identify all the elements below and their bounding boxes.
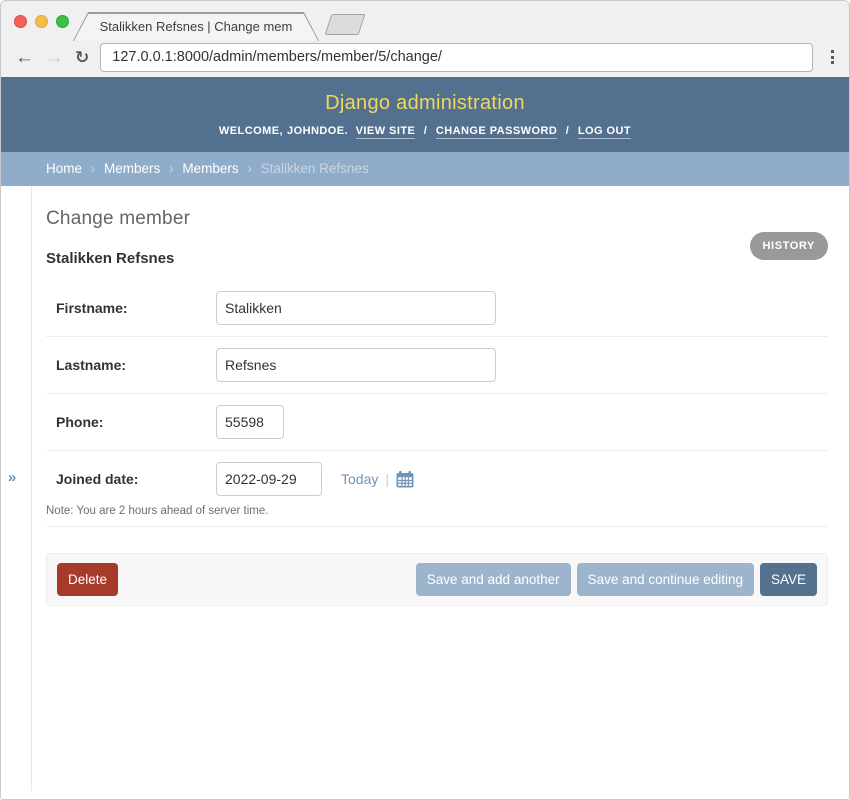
breadcrumb-members-app[interactable]: Members: [104, 161, 160, 176]
site-title[interactable]: Django administration: [1, 92, 849, 115]
back-icon[interactable]: ←: [15, 48, 34, 67]
page-title: Change member: [46, 208, 828, 230]
object-tools: HISTORY: [750, 232, 829, 260]
view-site-link[interactable]: VIEW SITE: [356, 125, 416, 139]
breadcrumb: Home › Members › Members › Stalikken Ref…: [1, 152, 849, 186]
breadcrumb-separator: ›: [169, 161, 174, 176]
browser-chrome: Stalikken Refsnes | Change mem ← → ↻: [1, 1, 849, 77]
browser-tab[interactable]: Stalikken Refsnes | Change mem: [73, 12, 319, 41]
timezone-note: Note: You are 2 hours ahead of server ti…: [46, 505, 828, 517]
form-row-phone: Phone:: [46, 394, 828, 451]
log-out-link[interactable]: LOG OUT: [578, 125, 631, 139]
joined-date-line: Joined date: Today |: [46, 462, 828, 496]
phone-input[interactable]: [216, 405, 284, 439]
save-buttons-group: Save and add another Save and continue e…: [416, 563, 817, 596]
object-name: Stalikken Refsnes: [46, 250, 828, 267]
minimize-window-button[interactable]: [35, 15, 48, 28]
save-button[interactable]: SAVE: [760, 563, 817, 596]
today-shortcut-link[interactable]: Today: [341, 471, 378, 487]
username: JOHNDOE: [287, 125, 345, 137]
calendar-icon[interactable]: [396, 471, 414, 488]
welcome-text: WELCOME,: [219, 125, 283, 137]
save-and-continue-editing-button[interactable]: Save and continue editing: [577, 563, 754, 596]
new-tab-button[interactable]: [325, 14, 366, 35]
close-window-button[interactable]: [14, 15, 27, 28]
change-form: Firstname: Lastname: Phone: Joined date:…: [46, 280, 828, 527]
traffic-lights: [14, 15, 69, 28]
reload-icon[interactable]: ↻: [75, 49, 89, 66]
browser-menu-icon[interactable]: [824, 44, 841, 70]
breadcrumb-current: Stalikken Refsnes: [261, 161, 369, 176]
firstname-input[interactable]: [216, 291, 496, 325]
link-separator: /: [566, 125, 570, 137]
breadcrumb-home[interactable]: Home: [46, 161, 82, 176]
toolbar: ← → ↻: [1, 41, 849, 77]
breadcrumb-members-model[interactable]: Members: [182, 161, 238, 176]
zoom-window-button[interactable]: [56, 15, 69, 28]
joined-date-input[interactable]: [216, 462, 322, 496]
tab-title: Stalikken Refsnes | Change mem: [73, 19, 319, 34]
change-password-link[interactable]: CHANGE PASSWORD: [436, 125, 557, 139]
welcome-period: .: [345, 125, 349, 137]
firstname-label: Firstname:: [56, 300, 216, 316]
save-and-add-another-button[interactable]: Save and add another: [416, 563, 571, 596]
content-area: » Change member HISTORY Stalikken Refsne…: [1, 186, 849, 799]
admin-header: Django administration WELCOME, JOHNDOE. V…: [1, 77, 849, 152]
submit-row: Delete Save and add another Save and con…: [46, 553, 828, 606]
joined-date-label: Joined date:: [56, 471, 216, 487]
form-row-lastname: Lastname:: [46, 337, 828, 394]
shortcut-separator: |: [385, 471, 389, 487]
breadcrumb-separator: ›: [91, 161, 96, 176]
main-panel: Change member HISTORY Stalikken Refsnes …: [32, 186, 849, 799]
forward-icon[interactable]: →: [45, 48, 64, 67]
lastname-label: Lastname:: [56, 357, 216, 373]
form-row-joined-date: Joined date: Today |: [46, 451, 828, 527]
link-separator: /: [424, 125, 428, 137]
sidebar-toggle-icon[interactable]: »: [8, 469, 16, 486]
browser-window: Stalikken Refsnes | Change mem ← → ↻ Dja…: [0, 0, 850, 800]
history-button[interactable]: HISTORY: [750, 232, 829, 260]
nav-sidebar-collapsed: »: [1, 186, 32, 791]
phone-label: Phone:: [56, 414, 216, 430]
url-input[interactable]: [100, 43, 813, 72]
tab-bar: Stalikken Refsnes | Change mem: [1, 1, 849, 41]
form-row-firstname: Firstname:: [46, 280, 828, 337]
user-tools: WELCOME, JOHNDOE. VIEW SITE / CHANGE PASS…: [1, 125, 849, 137]
delete-button[interactable]: Delete: [57, 563, 118, 596]
lastname-input[interactable]: [216, 348, 496, 382]
breadcrumb-separator: ›: [247, 161, 252, 176]
